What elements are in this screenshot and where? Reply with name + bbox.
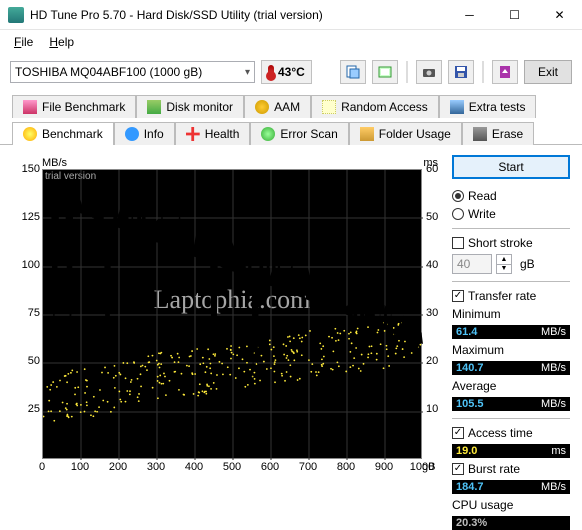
info-icon: [125, 127, 139, 141]
health-icon: [186, 127, 200, 141]
side-panel: Start Read Write Short stroke 40▲▼gB Tra…: [452, 155, 570, 530]
temperature-display: 43°C: [261, 60, 312, 84]
tab-row-bottom: Benchmark Info Health Error Scan Folder …: [0, 121, 582, 145]
tab-aam[interactable]: AAM: [244, 95, 311, 118]
short-stroke-checkbox[interactable]: Short stroke: [452, 236, 570, 250]
transfer-rate-checkbox[interactable]: Transfer rate: [452, 289, 570, 303]
toolbar-divider-2: [482, 61, 484, 83]
temperature-value: 43°C: [278, 65, 305, 79]
toolbar: TOSHIBA MQ04ABF100 (1000 gB) ▾ 43°C Exit: [0, 54, 582, 90]
app-icon: [8, 7, 24, 23]
exit-button[interactable]: Exit: [524, 60, 572, 84]
options-button[interactable]: [492, 60, 518, 84]
copy-text-button[interactable]: [340, 60, 366, 84]
start-button[interactable]: Start: [452, 155, 570, 179]
y-axis-label: MB/s: [42, 157, 67, 169]
access-value: 19.0 ms: [452, 444, 570, 458]
checkbox-icon: [452, 290, 464, 302]
cpu-value: 20.3%: [452, 516, 570, 530]
divider: [452, 281, 570, 282]
menubar: File Help: [0, 30, 582, 54]
tab-error-scan[interactable]: Error Scan: [250, 122, 348, 145]
content-area: MB/s ms trial version Laptophia.com 1501…: [0, 145, 582, 530]
min-value: 61.4 MB/s: [452, 325, 570, 339]
menu-file[interactable]: File: [6, 32, 41, 52]
write-radio[interactable]: Write: [452, 207, 570, 221]
folder-icon: [360, 127, 374, 141]
tab-row-top: File Benchmark Disk monitor AAM Random A…: [0, 94, 582, 117]
drive-select[interactable]: TOSHIBA MQ04ABF100 (1000 gB) ▾: [10, 61, 255, 83]
drive-select-value: TOSHIBA MQ04ABF100 (1000 gB): [15, 65, 202, 79]
min-label: Minimum: [452, 307, 570, 321]
aam-icon: [255, 100, 269, 114]
close-button[interactable]: ✕: [537, 0, 582, 30]
chart-area: MB/s ms trial version Laptophia.com 1501…: [12, 155, 442, 530]
access-time-checkbox[interactable]: Access time: [452, 426, 570, 440]
benchmark-plot: trial version Laptophia.com: [42, 169, 422, 459]
read-radio[interactable]: Read: [452, 189, 570, 203]
spinner-arrows[interactable]: ▲▼: [496, 254, 512, 274]
divider: [452, 418, 570, 419]
save-button[interactable]: [448, 60, 474, 84]
max-label: Maximum: [452, 343, 570, 357]
tab-disk-monitor[interactable]: Disk monitor: [136, 95, 244, 118]
avg-value: 105.5 MB/s: [452, 397, 570, 411]
screenshot-button[interactable]: [416, 60, 442, 84]
tab-file-benchmark[interactable]: File Benchmark: [12, 95, 136, 118]
copy-screenshot-button[interactable]: [372, 60, 398, 84]
short-stroke-spinner[interactable]: 40▲▼gB: [452, 254, 570, 274]
tab-random-access[interactable]: Random Access: [311, 95, 439, 118]
plot-svg: [43, 170, 423, 460]
access-time-scatter: [43, 322, 421, 422]
radio-icon: [452, 208, 464, 220]
chevron-down-icon: ▾: [245, 67, 250, 78]
checkbox-icon: [452, 463, 464, 475]
avg-label: Average: [452, 379, 570, 393]
tab-erase[interactable]: Erase: [462, 122, 534, 145]
window-title: HD Tune Pro 5.70 - Hard Disk/SSD Utility…: [30, 8, 447, 22]
tab-benchmark[interactable]: Benchmark: [12, 122, 114, 145]
checkbox-icon: [452, 427, 464, 439]
thermometer-icon: [268, 65, 274, 79]
tab-health[interactable]: Health: [175, 122, 251, 145]
maximize-button[interactable]: ☐: [492, 0, 537, 30]
extra-tests-icon: [450, 100, 464, 114]
titlebar: HD Tune Pro 5.70 - Hard Disk/SSD Utility…: [0, 0, 582, 30]
divider: [452, 228, 570, 229]
minimize-button[interactable]: ─: [447, 0, 492, 30]
error-scan-icon: [261, 127, 275, 141]
erase-icon: [473, 127, 487, 141]
disk-monitor-icon: [147, 100, 161, 114]
checkbox-icon: [452, 237, 464, 249]
burst-value: 184.7 MB/s: [452, 480, 570, 494]
x-axis-unit: gB: [422, 461, 435, 473]
tab-info[interactable]: Info: [114, 122, 175, 145]
cpu-label: CPU usage: [452, 498, 570, 512]
max-value: 140.7 MB/s: [452, 361, 570, 375]
benchmark-icon: [23, 127, 37, 141]
toolbar-divider: [406, 61, 408, 83]
tab-extra-tests[interactable]: Extra tests: [439, 95, 537, 118]
random-access-icon: [322, 100, 336, 114]
file-benchmark-icon: [23, 100, 37, 114]
radio-icon: [452, 190, 464, 202]
menu-help[interactable]: Help: [41, 32, 82, 52]
tab-folder-usage[interactable]: Folder Usage: [349, 122, 462, 145]
burst-rate-checkbox[interactable]: Burst rate: [452, 462, 570, 476]
